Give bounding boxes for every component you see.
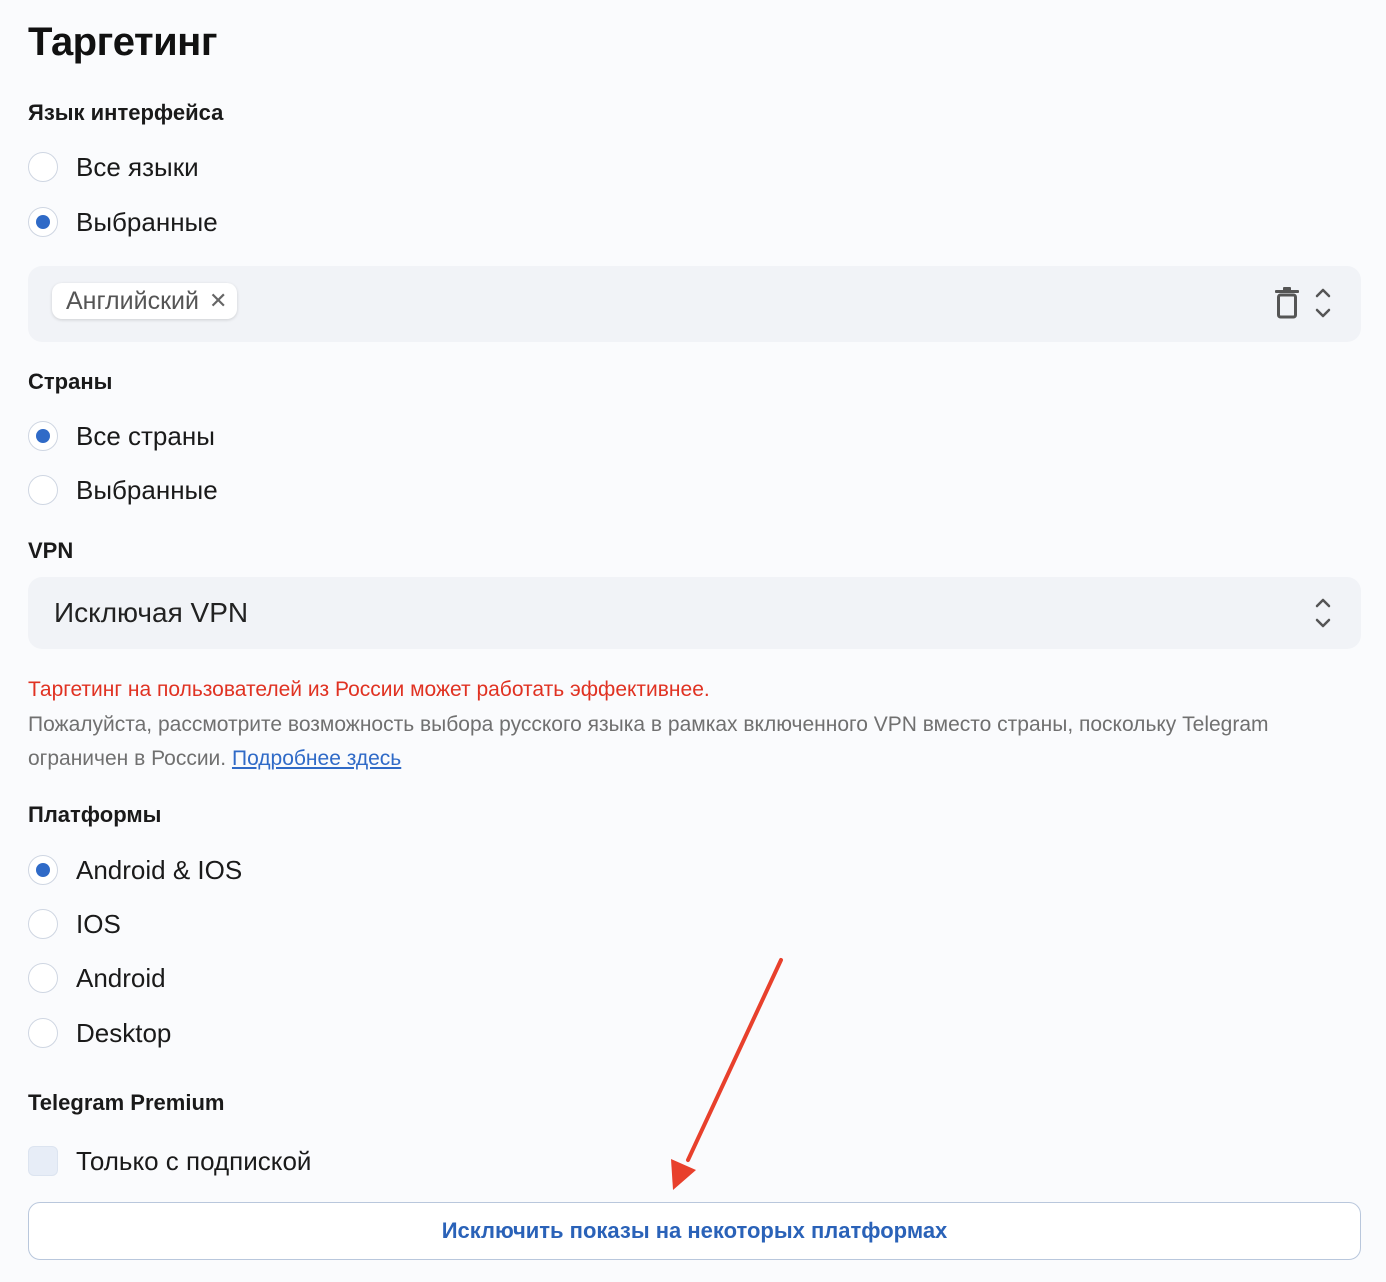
remove-tag-icon[interactable]: ✕ (209, 288, 227, 314)
radio-platform-desktop[interactable]: Desktop (28, 1016, 171, 1050)
radio-platform-ios[interactable]: IOS (28, 907, 121, 941)
radio-label: Все страны (76, 420, 215, 451)
trash-icon[interactable] (1274, 287, 1300, 324)
language-tag-label: Английский (66, 286, 199, 315)
radio-label: Все языки (76, 151, 199, 182)
radio-button[interactable] (28, 963, 58, 993)
radio-button[interactable] (28, 1018, 58, 1048)
radio-button[interactable] (28, 152, 58, 182)
language-tag: Английский ✕ (52, 283, 238, 319)
radio-language-selected[interactable]: Выбранные (28, 205, 218, 239)
vpn-info-text: Пожалуйста, рассмотрите возможность выбо… (28, 708, 1358, 776)
exclude-platforms-button[interactable]: Исключить показы на некоторых платформах (28, 1202, 1361, 1260)
vpn-section-label: VPN (28, 538, 74, 563)
vpn-select[interactable]: Исключая VPN (28, 577, 1361, 649)
radio-platform-android[interactable]: Android (28, 961, 166, 995)
radio-label: Android (76, 962, 166, 993)
radio-label: Desktop (76, 1017, 172, 1048)
premium-section-label: Telegram Premium (28, 1090, 225, 1115)
radio-countries-selected[interactable]: Выбранные (28, 473, 218, 507)
radio-language-all[interactable]: Все языки (28, 150, 199, 184)
radio-label: Выбранные (76, 474, 218, 505)
russia-warning: Таргетинг на пользователей из России мож… (28, 678, 710, 701)
language-multiselect[interactable]: Английский ✕ (28, 266, 1361, 342)
vpn-info-body: Пожалуйста, рассмотрите возможность выбо… (28, 713, 1269, 770)
radio-platform-android-ios[interactable]: Android & IOS (28, 853, 242, 887)
radio-button[interactable] (28, 421, 58, 451)
premium-checkbox[interactable] (28, 1146, 58, 1176)
radio-label: Выбранные (76, 206, 218, 237)
learn-more-link[interactable]: Подробнее здесь (232, 747, 401, 770)
radio-countries-all[interactable]: Все страны (28, 419, 215, 453)
radio-button[interactable] (28, 207, 58, 237)
radio-label: IOS (76, 908, 121, 939)
radio-label: Android & IOS (76, 854, 243, 885)
chevron-up-down-icon[interactable] (1314, 286, 1332, 325)
page-title: Таргетинг (28, 20, 218, 64)
vpn-select-value: Исключая VPN (54, 597, 249, 628)
countries-section-label: Страны (28, 369, 113, 394)
radio-button[interactable] (28, 909, 58, 939)
chevron-up-down-icon[interactable] (1314, 596, 1332, 635)
language-section-label: Язык интерфейса (28, 100, 224, 125)
radio-button[interactable] (28, 855, 58, 885)
checkbox-label: Только с подпиской (76, 1145, 312, 1176)
platforms-section-label: Платформы (28, 802, 162, 827)
radio-button[interactable] (28, 475, 58, 505)
premium-only-checkbox-row[interactable]: Только с подпиской (28, 1144, 311, 1178)
